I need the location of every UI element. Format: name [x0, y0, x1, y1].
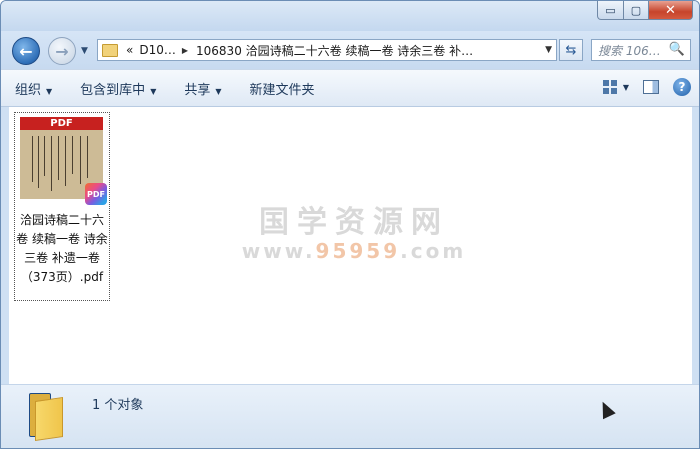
share-button[interactable]: 共享 ▼ [170, 79, 235, 98]
chevron-down-icon: ▼ [215, 86, 222, 96]
watermark-title: 国学资源网 [259, 205, 449, 240]
minimize-button[interactable]: ▭ [597, 1, 624, 20]
file-name-label: 洽园诗稿二十六卷 续稿一卷 诗余三卷 补遗一卷（373页）.pdf [16, 213, 108, 284]
chevron-down-icon: ▼ [46, 86, 53, 96]
details-pane: 1 个对象 [1, 384, 699, 448]
help-icon[interactable]: ? [673, 78, 691, 96]
search-input[interactable]: 搜索 106… 🔍 [591, 39, 691, 61]
change-view-button[interactable]: ▼ [602, 80, 629, 94]
new-folder-label: 新建文件夹 [249, 82, 315, 98]
explorer-window: ▭ ▢ ✕ ← → ▼ « D10… ▶ 106830 洽园诗稿二十六卷 续稿一… [0, 0, 700, 449]
navigation-bar: ← → ▼ « D10… ▶ 106830 洽园诗稿二十六卷 续稿一卷 诗余三卷… [1, 31, 699, 69]
watermark-url-number: 95959 [315, 239, 401, 263]
item-count: 1 个对象 [92, 398, 144, 413]
watermark-url-prefix: www. [241, 239, 316, 263]
chevron-down-icon: ▼ [622, 82, 629, 92]
arrow-left-icon: ← [19, 41, 33, 61]
recent-pages-dropdown[interactable]: ▼ [81, 46, 88, 56]
file-thumbnail: PDF PDF [20, 117, 107, 205]
watermark-url: www.95959.com [239, 239, 469, 263]
watermark: 国学资源网 www.95959.com [239, 197, 469, 263]
breadcrumb-segment-current[interactable]: 106830 洽园诗稿二十六卷 续稿一卷 诗余三卷 补… [196, 42, 473, 59]
thumbnail-header: PDF [20, 117, 103, 130]
new-folder-button[interactable]: 新建文件夹 [236, 79, 329, 98]
view-grid-icon [602, 80, 617, 94]
organize-label: 组织 [15, 82, 42, 98]
arrow-right-icon: → [55, 41, 69, 61]
view-controls: ▼ ? [602, 78, 691, 96]
window-controls: ▭ ▢ ✕ [597, 1, 693, 20]
breadcrumb-segment-d10[interactable]: D10… [139, 43, 176, 57]
address-bar[interactable]: « D10… ▶ 106830 洽园诗稿二十六卷 续稿一卷 诗余三卷 补… ▼ [97, 39, 557, 61]
command-bar: 组织 ▼ 包含到库中 ▼ 共享 ▼ 新建文件夹 ▼ ? [1, 69, 699, 107]
search-placeholder: 搜索 106… [598, 43, 661, 58]
back-button[interactable]: ← [12, 37, 40, 65]
file-list-pane[interactable]: PDF PDF 洽园诗稿二十六卷 续稿一卷 诗余三卷 补遗一卷（373页）.pd… [9, 107, 692, 384]
maximize-button[interactable]: ▢ [624, 1, 649, 20]
forward-button[interactable]: → [48, 37, 76, 65]
search-icon[interactable]: 🔍 [669, 42, 685, 57]
pdf-app-icon: PDF [85, 183, 107, 205]
preview-pane-icon[interactable] [643, 80, 659, 94]
title-bar: ▭ ▢ ✕ [1, 1, 699, 31]
refresh-icon: ⇆ [565, 42, 577, 58]
address-dropdown-icon[interactable]: ▼ [545, 45, 552, 55]
watermark-url-suffix: .com [400, 239, 467, 263]
refresh-button[interactable]: ⇆ [559, 39, 583, 61]
organize-menu-button[interactable]: 组织 ▼ [1, 79, 66, 98]
folder-icon [25, 393, 65, 441]
close-button[interactable]: ✕ [649, 1, 693, 20]
share-label: 共享 [184, 82, 211, 98]
breadcrumb-separator-icon[interactable]: ▶ [182, 46, 188, 55]
chevron-down-icon: ▼ [150, 86, 157, 96]
address-overflow-chevron[interactable]: « [126, 43, 133, 57]
file-item[interactable]: PDF PDF 洽园诗稿二十六卷 续稿一卷 诗余三卷 补遗一卷（373页）.pd… [14, 112, 110, 301]
include-in-library-button[interactable]: 包含到库中 ▼ [66, 79, 170, 98]
folder-icon [102, 43, 118, 57]
include-in-library-label: 包含到库中 [80, 82, 146, 98]
